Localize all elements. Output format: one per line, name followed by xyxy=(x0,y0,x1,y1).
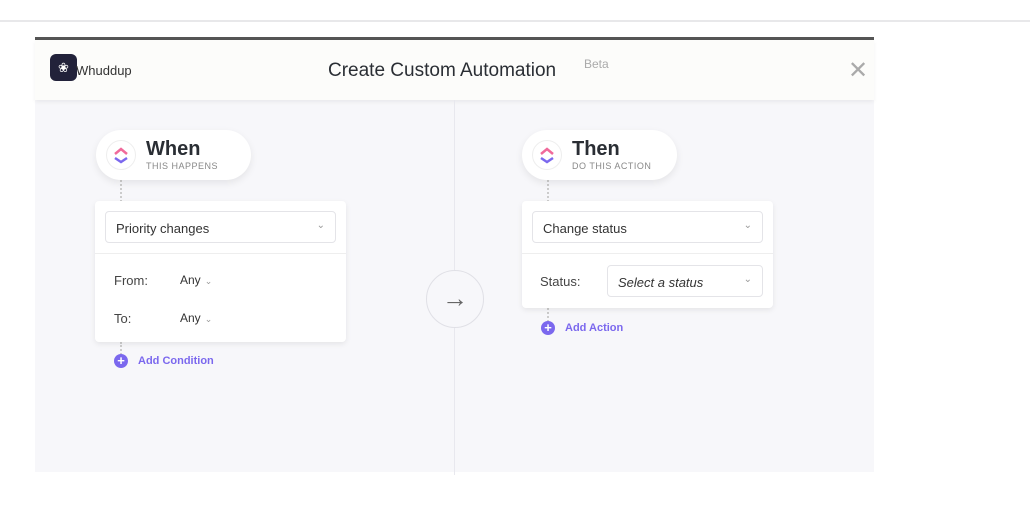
action-select-value: Change status xyxy=(543,221,627,236)
chevron-down-icon: ⌄ xyxy=(204,314,213,324)
chevron-down-icon: ⌄ xyxy=(316,220,325,231)
plus-circle-icon: + xyxy=(541,321,555,335)
from-dropdown[interactable]: Any ⌄ xyxy=(180,273,212,287)
when-subtitle: THIS HAPPENS xyxy=(146,161,219,171)
when-pill: When THIS HAPPENS xyxy=(96,130,251,180)
when-title: When xyxy=(146,138,201,160)
status-label: Status: xyxy=(540,274,581,289)
action-select[interactable]: Change status ⌄ xyxy=(532,211,763,243)
modal-title: Create Custom Automation xyxy=(328,60,557,81)
to-label: To: xyxy=(114,311,132,326)
add-action-label: Add Action xyxy=(565,321,624,334)
connector xyxy=(547,180,549,202)
then-title: Then xyxy=(572,138,620,160)
close-icon[interactable]: ✕ xyxy=(848,56,868,85)
plus-circle-icon: + xyxy=(114,354,128,368)
from-label: From: xyxy=(114,273,148,288)
to-dropdown[interactable]: Any ⌄ xyxy=(180,311,212,325)
top-divider xyxy=(0,20,1030,22)
add-condition-label: Add Condition xyxy=(138,354,214,367)
trigger-select-value: Priority changes xyxy=(116,221,210,236)
then-pill: Then DO THIS ACTION xyxy=(522,130,677,180)
to-value: Any xyxy=(180,311,201,325)
add-condition-button[interactable]: + Add Condition xyxy=(114,354,214,368)
action-card: Change status ⌄ Status: Select a status ⌄ xyxy=(522,201,773,308)
clickup-logo-icon xyxy=(532,140,562,170)
chevron-down-icon: ⌄ xyxy=(743,220,752,231)
arrow-right-icon: → xyxy=(426,270,484,328)
connector xyxy=(120,180,122,202)
card-divider xyxy=(522,253,773,254)
chevron-down-icon: ⌄ xyxy=(204,276,213,286)
automation-modal: ❀ Whuddup Create Custom Automation Beta … xyxy=(35,37,874,475)
then-subtitle: DO THIS ACTION xyxy=(572,161,652,171)
trigger-card: Priority changes ⌄ From: Any ⌄ To: Any ⌄ xyxy=(95,201,346,342)
clickup-logo-icon xyxy=(106,140,136,170)
status-placeholder: Select a status xyxy=(618,275,704,290)
add-action-button[interactable]: + Add Action xyxy=(541,321,623,335)
chevron-down-icon: ⌄ xyxy=(743,274,752,285)
from-value: Any xyxy=(180,273,201,287)
brain-icon: ❀ xyxy=(50,54,77,81)
brand-name: Whuddup xyxy=(76,63,132,78)
trigger-select[interactable]: Priority changes ⌄ xyxy=(105,211,336,243)
status-select[interactable]: Select a status ⌄ xyxy=(607,265,763,297)
modal-header: ❀ Whuddup Create Custom Automation Beta … xyxy=(35,40,874,100)
beta-badge: Beta xyxy=(584,57,609,71)
card-divider xyxy=(95,253,346,254)
